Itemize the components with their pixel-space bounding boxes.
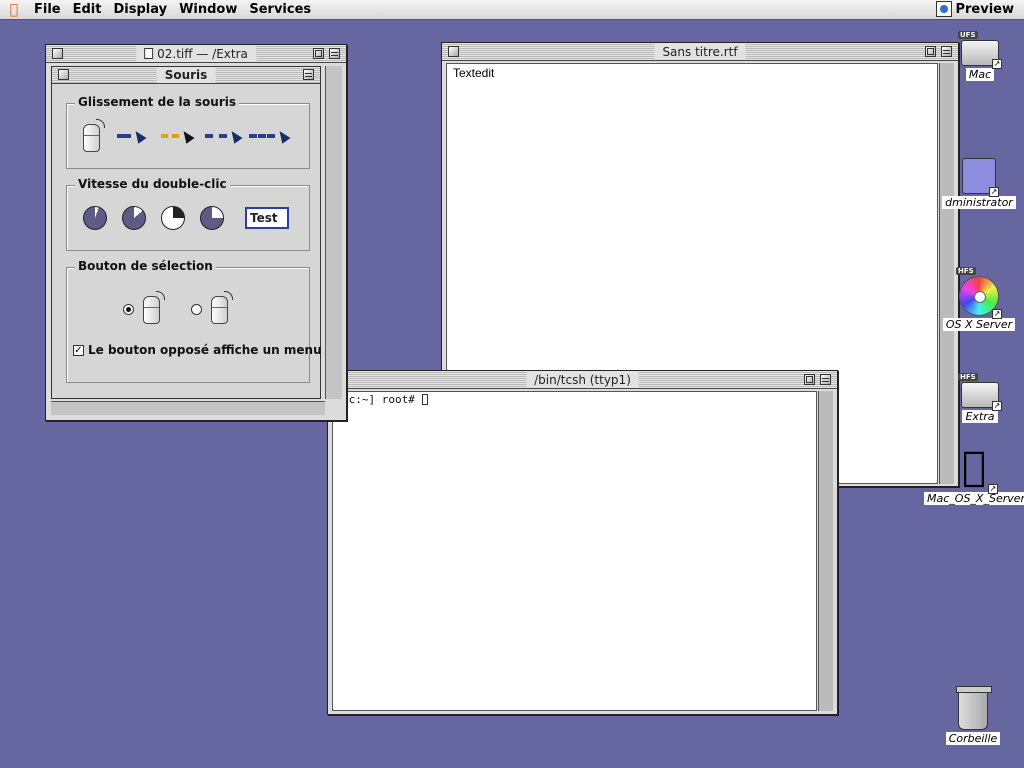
mouse-left-button-icon	[143, 291, 165, 324]
pointer-arrow-icon	[227, 128, 243, 144]
terminal-area[interactable]	[332, 391, 817, 711]
group-title: Bouton de sélection	[75, 259, 216, 273]
horizontal-scrollbar[interactable]	[51, 401, 325, 415]
desktop-icon-trash[interactable]: Corbeille	[928, 686, 1018, 745]
close-box-icon[interactable]	[52, 48, 63, 59]
preview-titlebar[interactable]: 02.tiff — /Extra	[46, 45, 346, 63]
group-title: Vitesse du double-clic	[75, 177, 230, 191]
preview-window: 02.tiff — /Extra Souris Glissement de la…	[45, 44, 347, 421]
desktop-icon-administrator[interactable]: ↗ dministrator	[934, 158, 1024, 209]
vertical-scrollbar[interactable]	[325, 66, 342, 399]
alias-arrow-icon: ↗	[992, 401, 1002, 411]
double-click-speed-group: Vitesse du double-clic Test	[66, 177, 310, 251]
document-text: Textedit	[453, 66, 495, 80]
checkbox-label: Le bouton opposé affiche un menu	[88, 343, 322, 357]
window-title: /bin/tcsh (ttyp1)	[526, 371, 639, 388]
window-title: 02.tiff — /Extra	[157, 46, 248, 61]
terminal-prompt: ac:~] root#	[342, 393, 429, 406]
right-button-radio[interactable]	[191, 304, 202, 315]
collapse-box-icon[interactable]	[820, 374, 831, 385]
pointer-arrow-icon	[179, 128, 195, 144]
alias-arrow-icon: ↗	[992, 59, 1002, 69]
double-click-test-field[interactable]: Test	[245, 207, 289, 229]
cd-disc-icon: HFS ↗	[956, 267, 1002, 319]
alias-arrow-icon: ↗	[988, 484, 998, 494]
icon-label: Mac	[965, 68, 995, 81]
tracking-option-fastest[interactable]	[249, 128, 291, 144]
drive-format-tag: UFS	[958, 31, 978, 39]
hard-drive-icon: HFS ↗	[958, 373, 1002, 411]
left-button-radio[interactable]	[123, 304, 134, 315]
alias-arrow-icon: ↗	[992, 309, 1002, 319]
zoom-box-icon[interactable]	[804, 374, 815, 385]
tracking-option-slow[interactable]	[117, 128, 147, 144]
zoom-box-icon[interactable]	[313, 48, 324, 59]
icon-label: dministrator	[942, 196, 1016, 209]
alias-arrow-icon: ↗	[989, 187, 999, 197]
pointer-arrow-icon	[275, 128, 291, 144]
desktop-icon-mac[interactable]: UFS ↗ Mac	[935, 31, 1024, 81]
menu-display[interactable]: Display	[107, 2, 173, 17]
preview-app-icon	[936, 1, 953, 17]
panel-title: Souris	[156, 67, 216, 83]
trash-icon	[956, 686, 992, 730]
tracking-option-medium[interactable]	[161, 128, 195, 144]
document-icon	[144, 47, 154, 59]
button-selection-group: Bouton de sélection ✓ Le bouton opposé a…	[66, 259, 322, 383]
application-menu[interactable]: Preview	[936, 1, 1014, 17]
close-box-icon[interactable]	[58, 69, 69, 80]
drive-format-tag: HFS	[956, 267, 976, 275]
menu-bar:  File Edit Display Window Services Prev…	[0, 0, 1024, 20]
drive-format-tag: HFS	[958, 373, 978, 381]
opposite-button-menu-checkbox[interactable]: ✓	[73, 345, 84, 356]
tracking-speed-group: Glissement de la souris	[66, 95, 310, 169]
menu-window[interactable]: Window	[173, 2, 243, 17]
icon-label: Mac_OS_X_Server	[924, 492, 1024, 505]
desktop-icon-extra[interactable]: HFS ↗ Extra	[935, 373, 1024, 423]
menu-file[interactable]: File	[28, 2, 67, 17]
close-box-icon[interactable]	[448, 46, 459, 57]
window-title: Sans titre.rtf	[654, 43, 746, 60]
hard-drive-icon: UFS ↗	[958, 31, 1002, 69]
menu-edit[interactable]: Edit	[67, 2, 108, 17]
souris-titlebar[interactable]: Souris	[52, 67, 320, 84]
double-click-slow-clock-icon[interactable]	[83, 206, 107, 230]
textedit-titlebar[interactable]: Sans titre.rtf	[442, 43, 958, 61]
user-folder-icon: ↗	[962, 158, 999, 197]
text-cursor	[422, 394, 429, 405]
collapse-box-icon[interactable]	[329, 48, 340, 59]
souris-panel: Souris Glissement de la souris Vitesse d…	[51, 66, 322, 399]
double-click-fast-clock-icon[interactable]	[200, 206, 224, 230]
apple-menu-icon[interactable]: 	[0, 2, 28, 18]
group-title: Glissement de la souris	[75, 95, 239, 109]
tracking-option-fast[interactable]	[205, 128, 243, 144]
terminal-titlebar[interactable]: /bin/tcsh (ttyp1)	[328, 371, 837, 389]
double-click-medium-clock-icon[interactable]	[122, 206, 146, 230]
mouse-icon	[83, 119, 105, 152]
apple-logo-icon: ↗	[954, 444, 998, 494]
mouse-right-button-icon	[211, 291, 233, 324]
desktop-icon-os-x-server[interactable]: HFS ↗ OS X Server	[934, 267, 1024, 331]
vertical-scrollbar[interactable]	[818, 391, 833, 711]
icon-label: OS X Server	[942, 318, 1016, 331]
application-menu-label: Preview	[955, 1, 1014, 17]
icon-label: Corbeille	[945, 732, 1001, 745]
desktop-icon-mac-os-x-server[interactable]: ↗ Mac_OS_X_Server	[924, 444, 1024, 505]
collapse-box-icon[interactable]	[303, 69, 314, 80]
menu-services[interactable]: Services	[243, 2, 317, 17]
prompt-text: ac:~] root#	[342, 393, 422, 406]
window-title-wrap: 02.tiff — /Extra	[136, 45, 256, 62]
double-click-selected-clock-icon[interactable]	[161, 206, 185, 230]
pointer-arrow-icon	[131, 128, 147, 144]
terminal-window: /bin/tcsh (ttyp1) ac:~] root#	[327, 370, 838, 715]
icon-label: Extra	[962, 410, 998, 423]
